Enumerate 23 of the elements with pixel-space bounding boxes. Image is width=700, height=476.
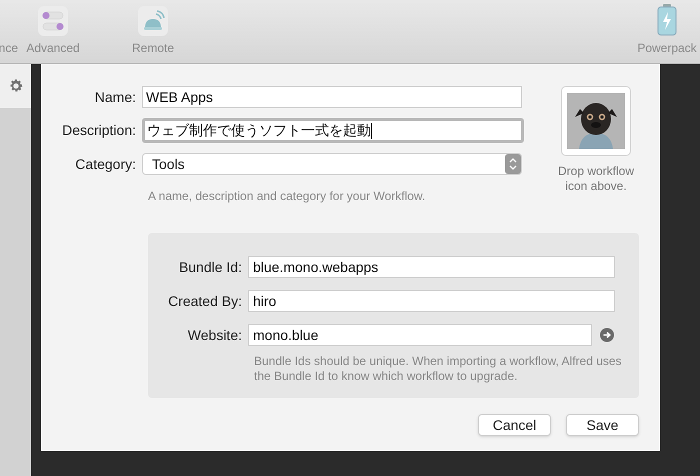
field-label: Category: bbox=[74, 154, 137, 174]
field-label: Description: bbox=[61, 121, 137, 140]
icon-well[interactable] bbox=[561, 86, 631, 156]
settings-icon[interactable] bbox=[8, 78, 24, 94]
input-field[interactable]: WEB Apps bbox=[142, 86, 522, 108]
field-label: Website: bbox=[186, 326, 243, 344]
field-label: Bundle Id: bbox=[178, 258, 243, 276]
input-field[interactable]: hiro bbox=[248, 290, 615, 312]
dialog-button[interactable]: Cancel bbox=[478, 414, 551, 436]
toggles-icon bbox=[38, 6, 68, 36]
note-text: Bundle Ids should be unique. When importing a workflow, Alfred uses the Bundle Id to know which workflow to upgrade. bbox=[253, 354, 623, 384]
bell-icon bbox=[138, 6, 168, 36]
input-field[interactable]: blue.mono.webapps bbox=[248, 256, 615, 278]
field-label: Created By: bbox=[167, 292, 243, 311]
dialog-button[interactable]: Save bbox=[566, 414, 639, 436]
input-field[interactable]: ウェブ制作で使うソフト一式を起動 bbox=[142, 118, 524, 143]
icon-caption: Drop workflow icon above. bbox=[556, 164, 636, 194]
category-select[interactable]: Tools bbox=[142, 153, 522, 175]
input-field[interactable]: mono.blue bbox=[248, 324, 592, 346]
field-label: Name: bbox=[94, 88, 137, 106]
battery-icon bbox=[657, 4, 677, 36]
hint-text: A name, description and category for your Workflow. bbox=[147, 188, 426, 205]
stepper-icon bbox=[505, 154, 521, 174]
